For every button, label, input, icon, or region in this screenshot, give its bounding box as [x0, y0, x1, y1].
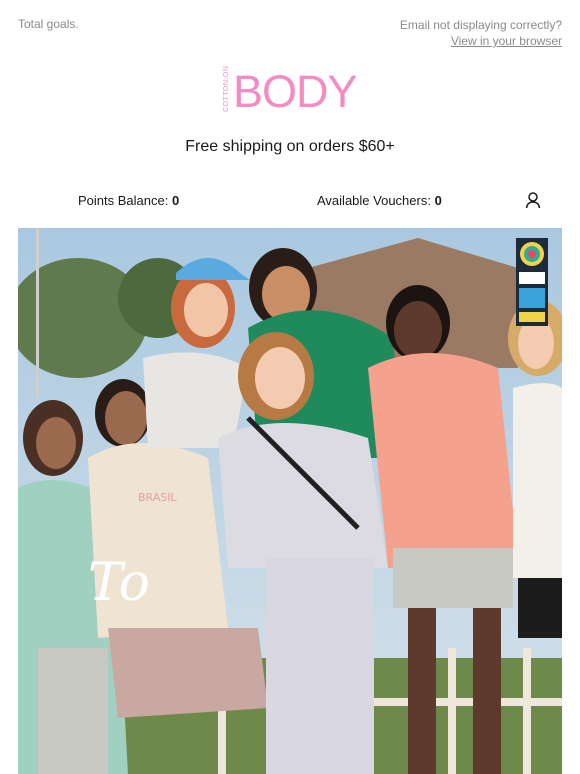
points-label: Points Balance: [78, 193, 169, 208]
brand-logo[interactable]: COTTON:ON BODY [222, 65, 358, 117]
logo-sub-text: COTTON:ON [223, 65, 230, 112]
preheader: Total goals. [18, 17, 79, 31]
hero-overlay-text: To [88, 553, 150, 613]
email-notice-text: Email not displaying correctly? [399, 18, 562, 32]
fifa-badge-icon [516, 238, 548, 326]
user-icon[interactable] [524, 191, 542, 209]
logo-main-text: BODY [233, 66, 358, 117]
shipping-banner[interactable]: Free shipping on orders $60+ [0, 138, 580, 156]
available-vouchers[interactable]: Available Vouchers: 0 [317, 193, 442, 208]
view-online-block: Email not displaying correctly? View in … [400, 17, 562, 49]
flag-pole [36, 228, 39, 398]
account-bar: Points Balance: 0 Available Vouchers: 0 [0, 191, 580, 211]
view-in-browser-link[interactable]: View in your browser [400, 33, 562, 49]
vouchers-value: 0 [434, 193, 442, 208]
hero-image[interactable]: BRASIL To [18, 228, 562, 774]
vouchers-label: Available Vouchers: [317, 193, 431, 208]
points-value: 0 [171, 193, 180, 208]
points-balance[interactable]: Points Balance: 0 [78, 193, 179, 208]
svg-text:BRASIL: BRASIL [138, 491, 177, 504]
